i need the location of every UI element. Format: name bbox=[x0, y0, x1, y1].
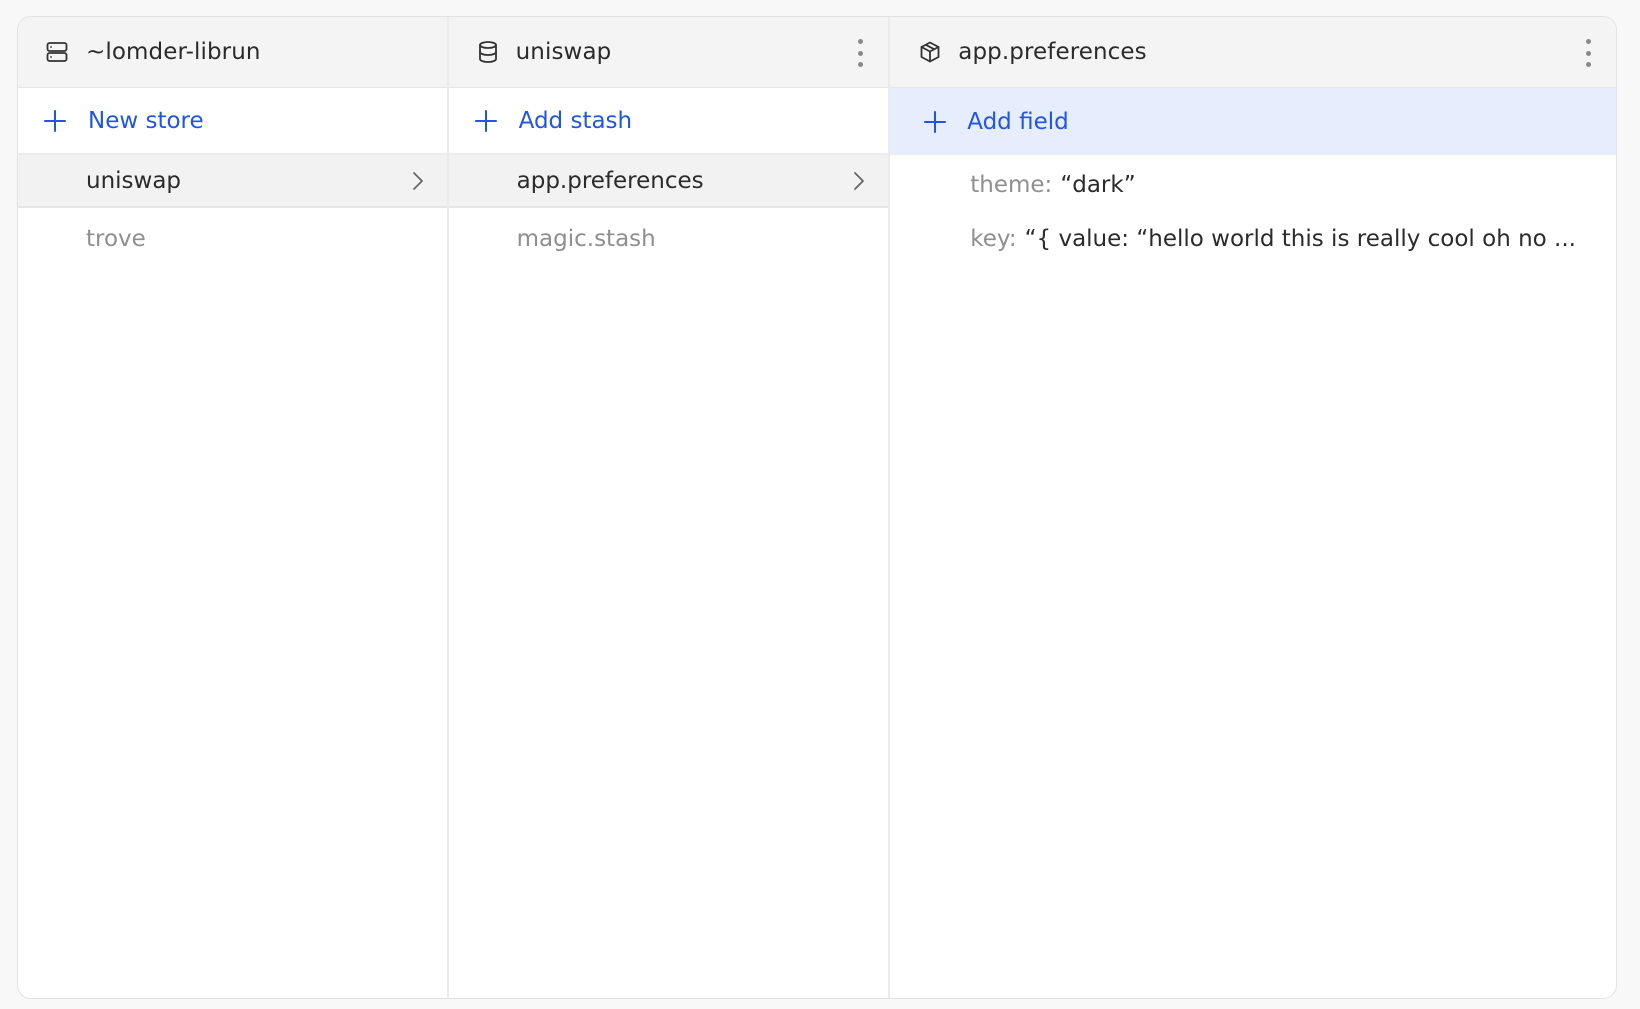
field-row-theme[interactable]: theme: “dark” bbox=[890, 155, 1616, 211]
stores-column-header: ~lomder-librun bbox=[18, 17, 447, 88]
stash-item-app-preferences[interactable]: app.preferences bbox=[448, 155, 889, 208]
add-field-button[interactable]: Add field bbox=[890, 88, 1616, 155]
stash-item-label: magic.stash bbox=[516, 226, 656, 252]
store-item-label: uniswap bbox=[86, 167, 182, 194]
field-key: key: bbox=[970, 226, 1017, 252]
chevron-right-icon bbox=[854, 172, 865, 190]
plus-icon bbox=[923, 110, 947, 134]
plus-icon bbox=[474, 109, 498, 133]
app-window: ~lomder-librun New store uniswap trove u… bbox=[17, 16, 1617, 999]
fields-column-title: app.preferences bbox=[958, 39, 1147, 65]
fields-column: app.preferences Add field theme: “dark” … bbox=[890, 17, 1616, 998]
stores-column-title: ~lomder-librun bbox=[86, 39, 261, 65]
stashes-column-header: uniswap bbox=[448, 17, 889, 88]
server-icon bbox=[45, 40, 69, 64]
stash-item-magic-stash[interactable]: magic.stash bbox=[449, 208, 889, 270]
package-icon bbox=[918, 40, 942, 64]
store-item-label: trove bbox=[86, 226, 146, 252]
stashes-column: uniswap Add stash app.preferences magic.… bbox=[448, 17, 891, 998]
field-value: “dark” bbox=[1060, 172, 1136, 198]
field-key: theme: bbox=[970, 172, 1053, 198]
new-store-button[interactable]: New store bbox=[18, 88, 447, 155]
new-store-label: New store bbox=[88, 107, 204, 134]
field-value: “{ value: “hello world this is really co… bbox=[1024, 226, 1576, 252]
stores-column: ~lomder-librun New store uniswap trove bbox=[18, 17, 449, 998]
stashes-column-title: uniswap bbox=[515, 39, 612, 65]
store-item-trove[interactable]: trove bbox=[18, 208, 447, 270]
stash-item-label: app.preferences bbox=[516, 167, 704, 194]
add-stash-label: Add stash bbox=[518, 107, 633, 134]
fields-column-header: app.preferences bbox=[890, 17, 1616, 88]
store-item-uniswap[interactable]: uniswap bbox=[18, 155, 447, 208]
chevron-right-icon bbox=[412, 172, 423, 190]
more-options-icon[interactable] bbox=[848, 39, 872, 67]
field-row-key[interactable]: key: “{ value: “hello world this is real… bbox=[890, 211, 1616, 267]
database-icon bbox=[476, 40, 500, 64]
add-stash-button[interactable]: Add stash bbox=[448, 88, 889, 155]
more-options-icon[interactable] bbox=[1576, 39, 1600, 67]
add-field-label: Add field bbox=[967, 108, 1069, 135]
plus-icon bbox=[43, 109, 67, 133]
